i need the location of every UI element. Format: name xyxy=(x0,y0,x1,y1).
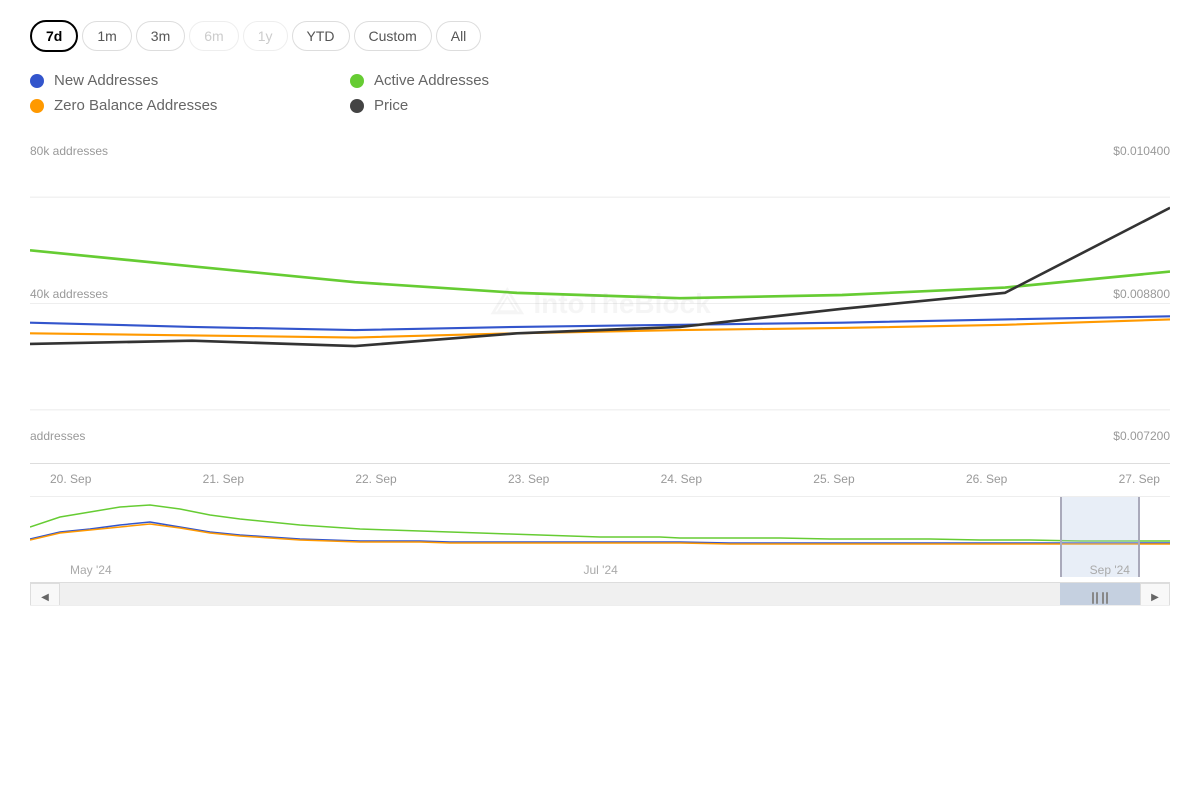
time-range-selector: 7d 1m 3m 6m 1y YTD Custom All xyxy=(30,20,1170,52)
x-label-3: 23. Sep xyxy=(508,472,549,486)
nav-label-may: May '24 xyxy=(70,563,112,577)
time-btn-custom[interactable]: Custom xyxy=(354,21,432,51)
grip-line xyxy=(1106,592,1108,604)
x-label-1: 21. Sep xyxy=(203,472,244,486)
navigator-labels: May '24 Jul '24 Sep '24 xyxy=(30,563,1170,577)
time-btn-7d[interactable]: 7d xyxy=(30,20,78,52)
scrollbar[interactable]: ◀ ▶ xyxy=(30,582,1170,606)
scroll-left-btn[interactable]: ◀ xyxy=(30,583,60,607)
legend-item-new-addresses[interactable]: New Addresses xyxy=(30,72,310,89)
scroll-right-btn[interactable]: ▶ xyxy=(1140,583,1170,607)
legend-label-price: Price xyxy=(374,97,408,114)
right-grip xyxy=(1102,592,1108,604)
chart-legend: New Addresses Active Addresses Zero Bala… xyxy=(30,72,630,114)
x-label-2: 22. Sep xyxy=(355,472,396,486)
scroll-thumb[interactable] xyxy=(1060,583,1140,607)
legend-dot-new-addresses xyxy=(30,74,44,88)
nav-label-jul: Jul '24 xyxy=(584,563,618,577)
nav-label-sep: Sep '24 xyxy=(1090,563,1130,577)
grip-line xyxy=(1096,592,1098,604)
legend-label-active-addresses: Active Addresses xyxy=(374,72,489,89)
legend-label-new-addresses: New Addresses xyxy=(54,72,158,89)
left-grip xyxy=(1092,592,1098,604)
navigator-chart[interactable]: May '24 Jul '24 Sep '24 ◀ xyxy=(30,496,1170,606)
time-btn-all[interactable]: All xyxy=(436,21,482,51)
x-label-6: 26. Sep xyxy=(966,472,1007,486)
x-label-5: 25. Sep xyxy=(813,472,854,486)
main-chart[interactable]: 80k addresses 40k addresses addresses $0… xyxy=(30,144,1170,464)
scroll-track[interactable] xyxy=(60,583,1140,607)
x-axis: 20. Sep 21. Sep 22. Sep 23. Sep 24. Sep … xyxy=(50,464,1160,486)
legend-dot-zero-balance xyxy=(30,99,44,113)
legend-item-active-addresses[interactable]: Active Addresses xyxy=(350,72,630,89)
legend-dot-price xyxy=(350,99,364,113)
grip-line xyxy=(1102,592,1104,604)
x-label-4: 24. Sep xyxy=(661,472,702,486)
time-btn-ytd[interactable]: YTD xyxy=(292,21,350,51)
legend-item-zero-balance[interactable]: Zero Balance Addresses xyxy=(30,97,310,114)
chart-svg-area xyxy=(30,144,1170,463)
legend-item-price[interactable]: Price xyxy=(350,97,630,114)
time-btn-1m[interactable]: 1m xyxy=(82,21,131,51)
grip-line xyxy=(1092,592,1094,604)
legend-label-zero-balance: Zero Balance Addresses xyxy=(54,97,217,114)
x-label-7: 27. Sep xyxy=(1119,472,1160,486)
chart-wrapper: 80k addresses 40k addresses addresses $0… xyxy=(30,144,1170,606)
time-btn-1y: 1y xyxy=(243,21,288,51)
x-label-0: 20. Sep xyxy=(50,472,91,486)
time-btn-6m: 6m xyxy=(189,21,238,51)
time-btn-3m[interactable]: 3m xyxy=(136,21,185,51)
legend-dot-active-addresses xyxy=(350,74,364,88)
